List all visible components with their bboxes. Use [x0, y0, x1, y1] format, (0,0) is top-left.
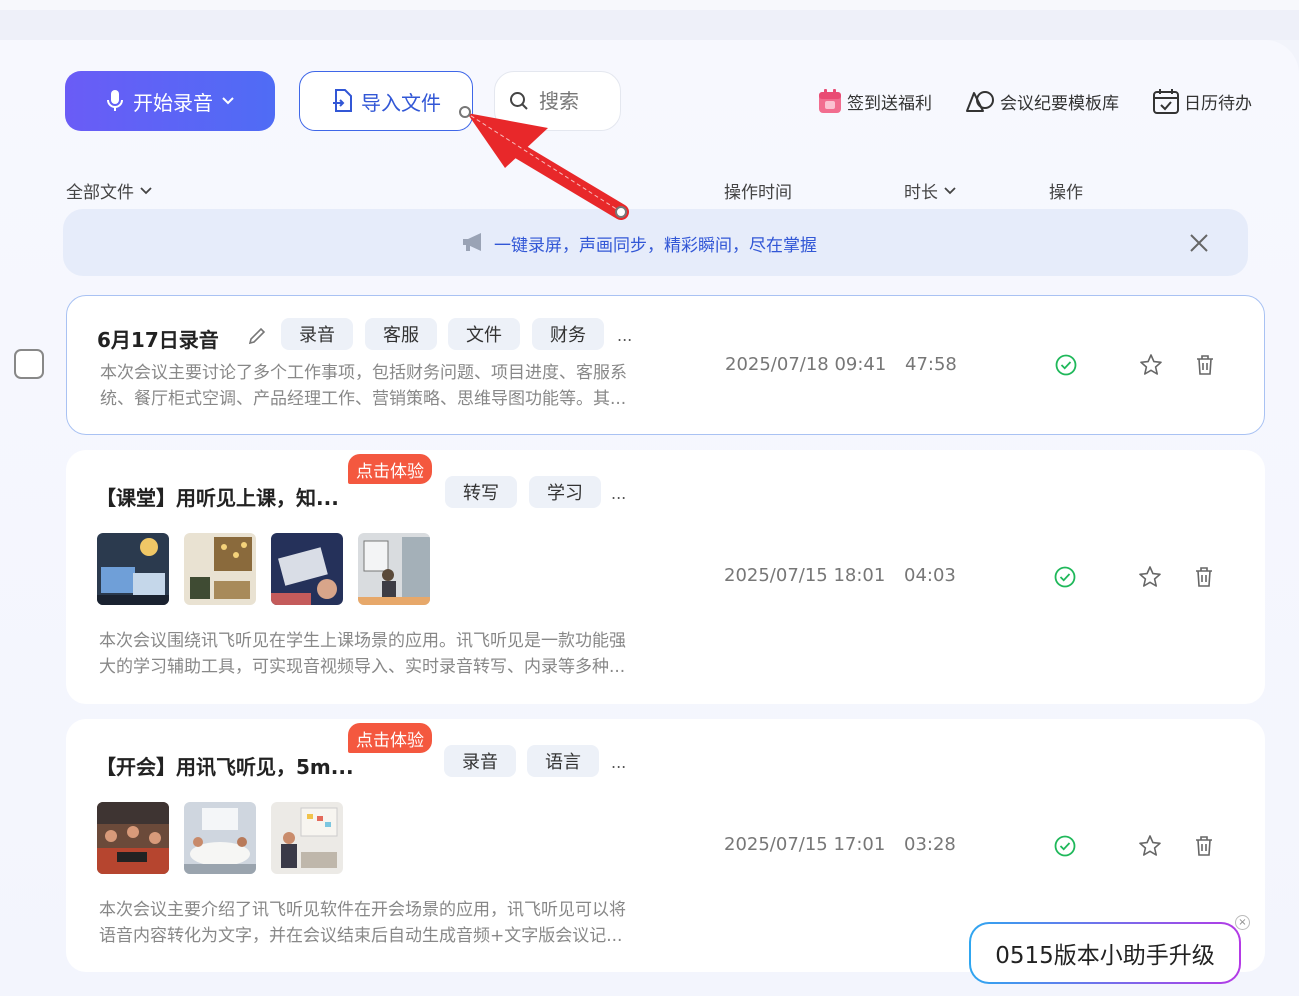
calendar-check-icon — [1153, 89, 1179, 114]
more-tags[interactable]: ... — [611, 484, 626, 503]
minutes-template-link[interactable]: 会议纪要模板库 — [964, 86, 1119, 116]
table-row[interactable]: 6月17日录音 录音 客服 文件 财务 ... 本次会议主要讨论了多个工作事项，… — [66, 295, 1265, 435]
star-icon[interactable] — [1139, 353, 1163, 377]
close-icon[interactable]: × — [1235, 915, 1250, 930]
tag[interactable]: 录音 — [281, 318, 353, 350]
start-record-label: 开始录音 — [133, 92, 213, 115]
checkin-reward-label: 签到送福利 — [847, 93, 932, 114]
actions-label: 操作 — [1049, 183, 1083, 203]
tag[interactable]: 学习 — [529, 476, 601, 508]
star-icon[interactable] — [1138, 834, 1162, 858]
check-circle-icon — [1054, 566, 1076, 588]
search-icon — [510, 92, 528, 110]
operation-time-header: 操作时间 — [724, 178, 792, 203]
thumbnail-image[interactable] — [97, 802, 169, 874]
minutes-template-label: 会议纪要模板库 — [1000, 93, 1119, 114]
tag[interactable]: 财务 — [532, 318, 604, 350]
import-file-icon — [333, 89, 352, 112]
duration: 03:28 — [904, 834, 956, 855]
chevron-down-icon[interactable] — [221, 96, 235, 106]
tag[interactable]: 转写 — [445, 476, 517, 508]
assistant-upgrade-label: 0515版本小助手升级 — [995, 943, 1215, 969]
summary-line: 语音内容转化为文字，并在会议结束后自动生成音频+文字版会议记... — [99, 926, 623, 946]
promo-banner[interactable]: 一键录屏，声画同步，精彩瞬间，尽在掌握 — [63, 209, 1248, 276]
tag[interactable]: 客服 — [365, 318, 437, 350]
import-file-label: 导入文件 — [361, 92, 441, 115]
summary-line: 本次会议主要讨论了多个工作事项，包括财务问题、项目进度、客服系 — [100, 363, 627, 383]
operation-time-label: 操作时间 — [724, 183, 792, 203]
operation-time: 2025/07/15 18:01 — [724, 565, 886, 586]
start-record-button[interactable]: 开始录音 — [65, 71, 275, 131]
record-title[interactable]: 【开会】用讯飞听见，5m... — [96, 751, 354, 780]
template-library-icon — [966, 91, 994, 112]
assistant-upgrade-button[interactable]: 0515版本小助手升级 — [969, 922, 1241, 984]
thumbnail-image[interactable] — [97, 533, 169, 605]
record-title[interactable]: 6月17日录音 — [97, 324, 219, 353]
calendar-todo-link[interactable]: 日历待办 — [1152, 86, 1252, 116]
summary-line: 本次会议围绕讯飞听见在学生上课场景的应用。讯飞听见是一款功能强 — [99, 631, 626, 651]
duration: 04:03 — [904, 565, 956, 586]
row-checkbox[interactable] — [14, 349, 44, 379]
tag[interactable]: 录音 — [444, 745, 516, 777]
summary-line: 本次会议主要介绍了讯飞听见软件在开会场景的应用，讯飞听见可以将 — [99, 900, 626, 920]
operation-time: 2025/07/15 17:01 — [724, 834, 886, 855]
trash-icon[interactable] — [1194, 835, 1214, 857]
panel-edge — [0, 10, 1299, 40]
tag[interactable]: 文件 — [448, 318, 520, 350]
trash-icon[interactable] — [1195, 354, 1215, 376]
thumbnail-image[interactable] — [184, 533, 256, 605]
more-tags[interactable]: ... — [617, 326, 632, 345]
check-circle-icon — [1055, 354, 1077, 376]
star-icon[interactable] — [1138, 565, 1162, 589]
operation-time: 2025/07/18 09:41 — [725, 354, 887, 375]
try-it-badge[interactable]: 点击体验 — [348, 723, 432, 753]
chevron-down-icon — [140, 186, 152, 194]
record-title[interactable]: 【课堂】用听见上课，知... — [96, 482, 339, 511]
import-file-button[interactable]: 导入文件 — [299, 71, 473, 131]
top-strip — [0, 0, 1299, 10]
microphone-icon — [107, 90, 123, 111]
promo-banner-text[interactable]: 一键录屏，声画同步，精彩瞬间，尽在掌握 — [63, 231, 1248, 256]
file-filter-label: 全部文件 — [66, 183, 134, 203]
search-box[interactable] — [494, 71, 621, 131]
record-summary: 本次会议主要讨论了多个工作事项，包括财务问题、项目进度、客服系 统、餐厅柜式空调… — [100, 360, 670, 412]
duration-header[interactable]: 时长 — [904, 178, 956, 203]
close-icon[interactable] — [1187, 231, 1211, 255]
trash-icon[interactable] — [1194, 566, 1214, 588]
more-tags[interactable]: ... — [611, 753, 626, 772]
duration-label: 时长 — [904, 183, 938, 203]
actions-header: 操作 — [1049, 178, 1083, 203]
duration: 47:58 — [905, 354, 957, 375]
check-circle-icon — [1054, 835, 1076, 857]
checkin-reward-link[interactable]: 签到送福利 — [817, 86, 932, 116]
chevron-down-icon — [944, 186, 956, 194]
table-row[interactable]: 【课堂】用听见上课，知... 点击体验 转写 学习 ... 本次会议围绕讯飞听见… — [66, 450, 1265, 704]
tag[interactable]: 语言 — [527, 745, 599, 777]
calendar-todo-label: 日历待办 — [1184, 93, 1252, 114]
thumbnail-image[interactable] — [358, 533, 430, 605]
summary-line: 大的学习辅助工具，可实现音视频导入、实时录音转写、内录等多种... — [99, 657, 626, 677]
edit-pencil-icon[interactable] — [247, 326, 267, 346]
summary-line: 统、餐厅柜式空调、产品经理工作、营销策略、思维导图功能等。其... — [100, 389, 627, 409]
record-summary: 本次会议围绕讯飞听见在学生上课场景的应用。讯飞听见是一款功能强 大的学习辅助工具… — [99, 628, 669, 680]
try-it-badge[interactable]: 点击体验 — [348, 454, 432, 484]
file-filter-dropdown[interactable]: 全部文件 — [66, 178, 152, 203]
thumbnail-image[interactable] — [271, 533, 343, 605]
search-input[interactable] — [539, 89, 609, 113]
calendar-gift-icon — [819, 89, 841, 113]
thumbnail-image[interactable] — [184, 802, 256, 874]
record-summary: 本次会议主要介绍了讯飞听见软件在开会场景的应用，讯飞听见可以将 语音内容转化为文… — [99, 897, 669, 949]
thumbnail-image[interactable] — [271, 802, 343, 874]
